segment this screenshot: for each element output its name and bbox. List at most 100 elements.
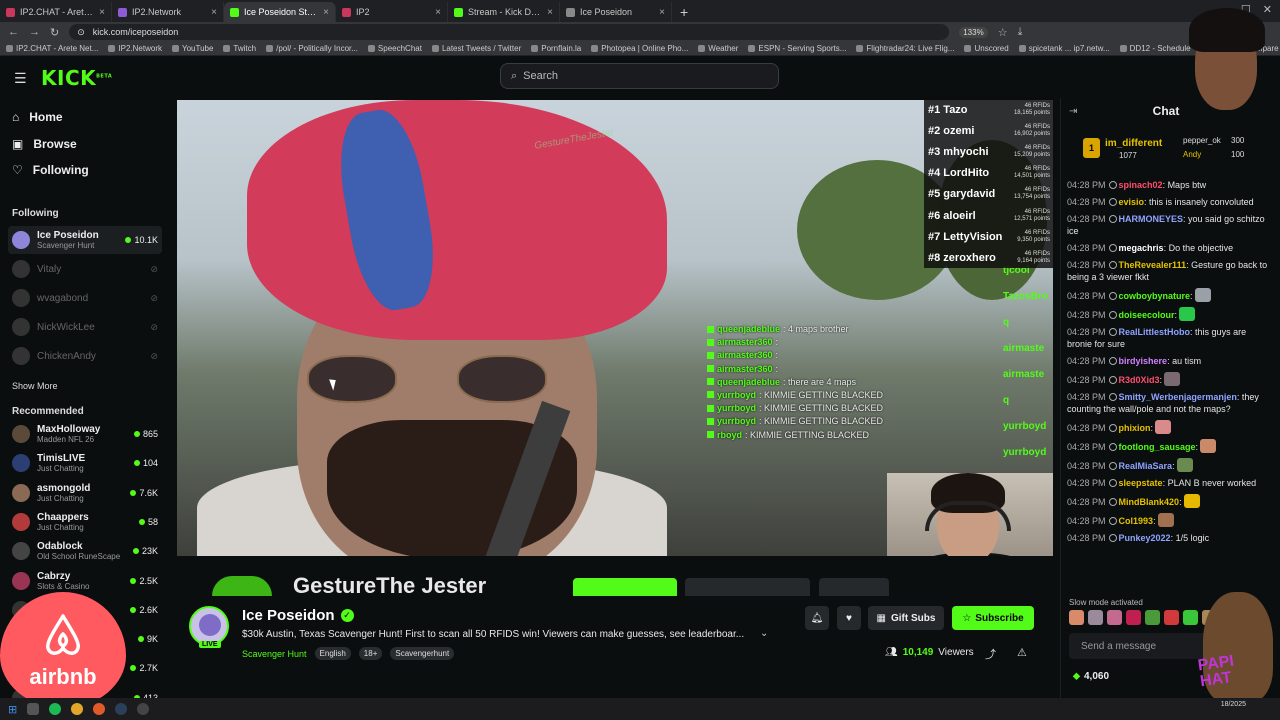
windows-start-icon[interactable]: ⊞ <box>8 703 17 716</box>
new-tab-button[interactable]: + <box>680 4 688 20</box>
bookmark-item[interactable]: DD12 - Schedule <box>1119 44 1191 53</box>
chat-username[interactable]: R3d0Xid3 <box>1119 375 1160 385</box>
bookmark-item[interactable]: Pornflain.la <box>531 44 581 53</box>
banner-gift-button[interactable] <box>685 578 810 596</box>
bookmark-item[interactable]: YouTube <box>171 44 213 53</box>
close-icon[interactable]: × <box>323 7 329 18</box>
emote-icon[interactable] <box>1164 610 1179 625</box>
browser-tab-3[interactable]: Ice Poseidon Stream - Wa...× <box>224 2 336 22</box>
star-icon[interactable]: ☆ <box>998 26 1008 39</box>
menu-icon[interactable]: ☰ <box>14 70 27 87</box>
nav-following[interactable]: ♡ Following <box>12 163 89 177</box>
video-player[interactable]: GestureTheJester queenjadeblue: 4 maps b… <box>177 100 1053 556</box>
third-gifter-name[interactable]: Andy <box>1183 150 1201 159</box>
browser-tab-5[interactable]: Stream - Kick Dashboard× <box>448 2 560 22</box>
bookmark-item[interactable]: IP2.CHAT - Arete Net... <box>6 44 98 53</box>
show-more-link[interactable]: Show More <box>12 381 58 391</box>
kick-logo[interactable]: KICKBETA <box>41 66 112 90</box>
banner-follow-button[interactable] <box>573 578 677 596</box>
chat-username[interactable]: doiseecolour <box>1119 310 1175 320</box>
bookmark-item[interactable]: SpeechChat <box>367 44 422 53</box>
sidebar-channel-wvagabond[interactable]: wvagabond ⊘ <box>8 284 162 312</box>
reload-icon[interactable]: ↻ <box>50 26 59 39</box>
emote-icon[interactable] <box>1145 610 1160 625</box>
chrome-icon[interactable] <box>71 703 84 715</box>
chevron-down-icon[interactable]: ⌄ <box>760 628 768 639</box>
close-icon[interactable]: × <box>211 7 217 18</box>
sidebar-recommended-channel[interactable]: Cabrzy Slots & Casino 2.5K <box>8 567 162 595</box>
notification-button[interactable]: 🔔︎ <box>805 606 829 630</box>
taskbar-app-icon[interactable] <box>27 703 40 715</box>
site-info-icon[interactable]: ⊙ <box>77 27 85 38</box>
sidebar-channel-nickwicklee[interactable]: NickWickLee ⊘ <box>8 313 162 341</box>
zoom-level[interactable]: 133% <box>959 26 988 38</box>
chat-username[interactable]: megachris <box>1119 243 1164 253</box>
bookmark-item[interactable]: spicetank ... ip7.netw... <box>1018 44 1110 53</box>
spotify-icon[interactable] <box>49 703 62 715</box>
bookmark-item[interactable]: /pol/ - Politically Incor... <box>266 44 358 53</box>
bookmark-item[interactable]: Flightradar24: Live Flig... <box>856 44 954 53</box>
chat-username[interactable]: phixion <box>1119 423 1151 433</box>
sidebar-recommended-channel[interactable]: Chaappers Just Chatting 58 <box>8 508 162 536</box>
sidebar-channel-vitaly[interactable]: Vitaly ⊘ <box>8 255 162 283</box>
bookmark-item[interactable]: Twitch <box>223 44 256 53</box>
bookmark-item[interactable]: Latest Tweets / Twitter <box>431 44 521 53</box>
subscribe-button[interactable]: ☆ Subscribe <box>952 606 1034 630</box>
chat-username[interactable]: spinach02 <box>1119 180 1163 190</box>
sidebar-recommended-channel[interactable]: MaxHolloway Madden NFL 26 865 <box>8 420 162 448</box>
tag-18plus[interactable]: 18+ <box>358 647 383 660</box>
second-gifter-name[interactable]: pepper_ok <box>1183 136 1221 145</box>
browser-tab-4[interactable]: IP2 × <box>336 2 448 22</box>
category-link[interactable]: Scavenger Hunt <box>242 649 307 659</box>
browser-tab-2[interactable]: IP2.Network × <box>112 2 224 22</box>
address-bar[interactable]: ⊙ kick.com/iceposeidon <box>69 24 950 40</box>
chat-username[interactable]: evisio <box>1119 197 1145 207</box>
forward-icon[interactable]: → <box>29 26 40 38</box>
chat-username[interactable]: RealLittlestHobo <box>1119 327 1191 337</box>
chat-username[interactable]: HARMONEYES <box>1119 214 1184 224</box>
tag-english[interactable]: English <box>314 647 351 660</box>
close-icon[interactable]: × <box>435 7 441 18</box>
close-icon[interactable]: × <box>547 7 553 18</box>
bookmark-item[interactable]: Photopea | Online Pho... <box>591 44 688 53</box>
chat-message-input[interactable]: Send a message <box>1069 633 1209 659</box>
firefox-icon[interactable] <box>93 703 106 715</box>
chat-username[interactable]: Smitty_Werbenjagermanjen <box>1119 392 1237 402</box>
gift-subs-button[interactable]: ▦ Gift Subs <box>868 606 944 630</box>
emote-icon[interactable] <box>1069 610 1084 625</box>
report-icon[interactable]: ⚠ <box>1017 646 1027 659</box>
emote-icon[interactable] <box>1088 610 1103 625</box>
sidebar-channel-chickenandy[interactable]: ChickenAndy ⊘ <box>8 342 162 370</box>
chat-username[interactable]: MindBlank420 <box>1119 497 1180 507</box>
browser-tab-6[interactable]: Ice Poseidon × <box>560 2 672 22</box>
back-icon[interactable]: ← <box>8 26 19 38</box>
sidebar-recommended-channel[interactable]: asmongold Just Chatting 7.6K <box>8 479 162 507</box>
download-icon[interactable]: ⤓ <box>1018 26 1023 39</box>
bookmark-item[interactable]: Unscored <box>964 44 1009 53</box>
chat-username[interactable]: birdyishere <box>1119 356 1168 366</box>
channel-name[interactable]: Ice Poseidon ✓ <box>242 607 354 624</box>
chat-username[interactable]: TheRevealer111 <box>1119 260 1187 270</box>
browser-tab-1[interactable]: IP2.CHAT - Arete Network× <box>0 2 112 22</box>
bookmark-item[interactable]: ESPN - Serving Sports... <box>748 44 846 53</box>
chat-username[interactable]: cowboybynature <box>1119 291 1191 301</box>
bookmark-item[interactable]: Weather <box>698 44 738 53</box>
follow-button[interactable]: ♥ <box>837 606 861 630</box>
bookmark-item[interactable]: IP2.Network <box>108 44 162 53</box>
channel-avatar[interactable] <box>189 606 229 646</box>
nav-home[interactable]: ⌂ Home <box>12 110 63 124</box>
emote-icon[interactable] <box>1126 610 1141 625</box>
sidebar-recommended-channel[interactable]: TimisLIVE Just Chatting 104 <box>8 449 162 477</box>
chat-username[interactable]: footlong_sausage <box>1119 442 1196 452</box>
search-input[interactable]: ⌕ Search <box>500 63 779 89</box>
banner-sub-button[interactable] <box>819 578 889 596</box>
obs-icon[interactable] <box>137 703 150 715</box>
steam-icon[interactable] <box>115 703 128 715</box>
tag-scavengerhunt[interactable]: Scavengerhunt <box>390 647 455 660</box>
sidebar-channel-ice-poseidon[interactable]: Ice Poseidon Scavenger Hunt 10.1K <box>8 226 162 254</box>
close-icon[interactable]: × <box>99 7 105 18</box>
nav-browse[interactable]: ▣ Browse <box>12 137 77 151</box>
chat-username[interactable]: Col1993 <box>1119 516 1154 526</box>
sidebar-recommended-channel[interactable]: Odablock Old School RuneScape 23K <box>8 537 162 565</box>
share-icon[interactable]: ⤴ <box>985 646 996 662</box>
